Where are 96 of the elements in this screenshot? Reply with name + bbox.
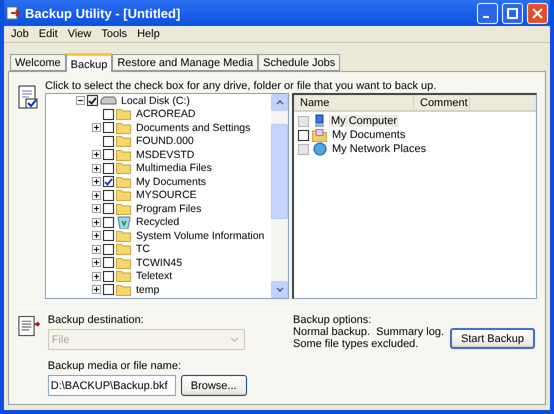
close-icon: [532, 8, 543, 18]
tree-item[interactable]: MYSOURCE: [76, 188, 271, 202]
checkbox[interactable]: [87, 95, 98, 106]
tree-item[interactable]: FOUND.000: [76, 134, 271, 148]
checkbox[interactable]: [103, 190, 114, 201]
checkbox[interactable]: [103, 108, 114, 120]
tree-item[interactable]: TCWIN45: [76, 256, 271, 270]
folder-icon: [116, 122, 132, 134]
tab[interactable]: Restore and Manage Media: [112, 54, 258, 71]
menu-item[interactable]: Help: [132, 28, 165, 40]
scrollbar[interactable]: [271, 94, 288, 298]
folder-icon: [116, 176, 132, 188]
folder-icon: [116, 256, 132, 269]
list-item[interactable]: My Documents: [294, 128, 536, 142]
folder-icon: [116, 284, 132, 296]
expand-icon[interactable]: [92, 258, 101, 268]
tree-item[interactable]: System Volume Information: [76, 229, 271, 242]
checkbox[interactable]: [103, 230, 114, 242]
folder-icon: [312, 128, 327, 142]
caret-icon: [230, 336, 239, 342]
expand-icon[interactable]: [92, 244, 101, 254]
tab[interactable]: Welcome: [10, 54, 66, 71]
tree-item[interactable]: Documents and Settings: [76, 121, 271, 134]
checkbox[interactable]: [103, 162, 114, 174]
checkbox[interactable]: [103, 216, 114, 228]
tree-item[interactable]: Local Disk (C:): [76, 94, 271, 108]
media-label: Backup media or file name:: [48, 360, 182, 372]
checklist-icon: [17, 84, 39, 110]
instruction-text: Click to select the check box for any drive, folder or file that you want to back up.: [45, 80, 438, 92]
checkbox[interactable]: [103, 270, 114, 282]
hard-drive-icon: [100, 96, 117, 106]
expand-icon[interactable]: [92, 190, 101, 200]
tree-item[interactable]: temp: [76, 283, 271, 296]
start-backup-button[interactable]: Start Backup: [450, 328, 535, 349]
checkbox[interactable]: [103, 257, 114, 268]
expand-icon[interactable]: [92, 164, 101, 173]
menu-item[interactable]: Tools: [96, 28, 132, 40]
menu-item[interactable]: Edit: [34, 28, 63, 40]
folder-icon: [116, 243, 132, 256]
close-button[interactable]: [527, 2, 548, 24]
column-header[interactable]: Name: [294, 95, 414, 110]
folder-icon: [116, 148, 132, 161]
checkbox[interactable]: [103, 136, 114, 147]
options-text: Some file types excluded.: [293, 338, 420, 350]
expand-icon[interactable]: [92, 285, 101, 294]
expand-icon[interactable]: [92, 177, 101, 186]
tab[interactable]: Schedule Jobs: [258, 54, 340, 71]
tree-item[interactable]: Recycled: [76, 216, 271, 229]
tab[interactable]: Backup: [66, 53, 112, 72]
options-text: Normal backup. Summary log.: [293, 326, 444, 338]
checkmark-icon: [88, 96, 97, 105]
expand-icon[interactable]: [92, 123, 101, 132]
folder-icon: [116, 135, 132, 148]
collapse-icon[interactable]: [76, 96, 85, 106]
globe-icon: [312, 142, 327, 156]
checkbox[interactable]: [103, 176, 114, 188]
computer-icon: [312, 114, 326, 128]
file-name-field[interactable]: D:\BACKUP\Backup.bkf: [48, 375, 176, 396]
checkbox[interactable]: [103, 244, 114, 255]
checkbox[interactable]: [103, 149, 114, 160]
menu-item[interactable]: View: [62, 28, 96, 40]
maximize-button[interactable]: [502, 2, 523, 24]
minimize-icon: [483, 16, 489, 18]
tree-item[interactable]: TC: [76, 242, 271, 256]
column-header[interactable]: Comment: [414, 95, 470, 110]
expand-icon[interactable]: [92, 150, 101, 160]
folder-icon: [116, 189, 132, 202]
app-icon: [5, 5, 21, 21]
folder-icon: [116, 230, 132, 242]
menu-item[interactable]: Job: [6, 28, 34, 40]
tree-item[interactable]: My Documents: [76, 175, 271, 188]
tree-item[interactable]: MSDEVSTD: [76, 148, 271, 162]
expand-icon[interactable]: [92, 204, 101, 214]
recycle-bin-icon: [116, 216, 132, 229]
folder-icon: [116, 270, 132, 282]
minimize-button[interactable]: [477, 2, 498, 24]
folder-icon: [116, 202, 132, 215]
checkbox[interactable]: [103, 122, 114, 134]
maximize-icon: [507, 8, 518, 18]
folder-icon: [116, 108, 132, 120]
checkbox[interactable]: [103, 203, 114, 214]
options-label: Backup options:: [293, 314, 372, 326]
checkmark-icon: [104, 178, 113, 186]
tree-item[interactable]: Teletext: [76, 270, 271, 283]
expand-icon[interactable]: [92, 231, 101, 240]
checkbox[interactable]: [298, 130, 309, 140]
window-title: Backup Utility - [Untitled]: [25, 6, 182, 20]
folder-icon: [116, 162, 132, 174]
checkbox[interactable]: [103, 284, 114, 296]
expand-icon[interactable]: [92, 218, 101, 227]
destination-label: Backup destination:: [48, 314, 145, 326]
expand-icon[interactable]: [92, 272, 101, 281]
tree-item[interactable]: Multimedia Files: [76, 162, 271, 175]
browse-button[interactable]: Browse...: [180, 375, 247, 396]
tree-item[interactable]: ACROREAD: [76, 108, 271, 121]
tree-item[interactable]: Program Files: [76, 202, 271, 216]
